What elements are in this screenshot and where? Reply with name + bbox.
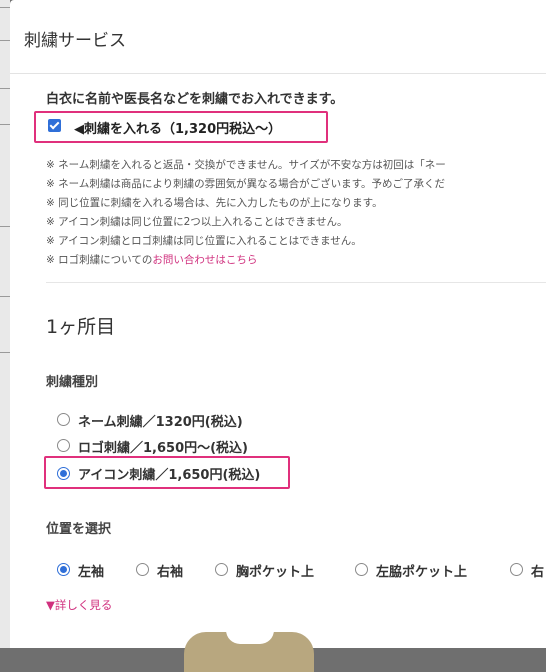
embroider-checkbox-label[interactable]: ◀刺繍を入れる（1,320円税込〜） bbox=[74, 118, 281, 137]
background-divider bbox=[0, 40, 10, 41]
note-text: ※ ロゴ刺繍についての bbox=[46, 254, 153, 266]
position-label-left-sleeve[interactable]: 左袖 bbox=[78, 561, 104, 580]
embroider-checkbox[interactable] bbox=[48, 119, 61, 132]
note-item: ※ アイコン刺繍とロゴ刺繍は同じ位置に入れることはできません。 bbox=[46, 235, 362, 247]
note-item: ※ アイコン刺繍は同じ位置に2つ以上入れることはできません。 bbox=[46, 216, 348, 228]
background-divider bbox=[0, 226, 10, 227]
type-label: 刺繍種別 bbox=[46, 375, 99, 390]
position-label: 位置を選択 bbox=[46, 522, 112, 537]
section-title: 1ヶ所目 bbox=[46, 316, 116, 338]
position-radio-left-sleeve[interactable] bbox=[57, 563, 70, 576]
position-radio-right[interactable] bbox=[510, 563, 523, 576]
type-radio-name[interactable] bbox=[57, 413, 70, 426]
modal-title: 刺繍サービス bbox=[10, 0, 546, 74]
position-radio-right-sleeve[interactable] bbox=[136, 563, 149, 576]
type-radio-logo[interactable] bbox=[57, 439, 70, 452]
note-item: ※ 同じ位置に刺繍を入れる場合は、先に入力したものが上になります。 bbox=[46, 197, 383, 209]
position-label-left-side-pocket[interactable]: 左脇ポケット上 bbox=[376, 561, 467, 580]
type-label-logo[interactable]: ロゴ刺繍／1,650円〜(税込) bbox=[78, 437, 248, 456]
garment-neckline bbox=[226, 630, 274, 644]
note-item: ※ ネーム刺繍は商品により刺繍の雰囲気が異なる場合がございます。予めご了承くだ bbox=[46, 178, 446, 190]
background-divider bbox=[0, 7, 10, 8]
notes-list: ※ ネーム刺繍を入れると返品・交換ができません。サイズが不安な方は初回は「ネー … bbox=[46, 156, 546, 270]
type-label-name[interactable]: ネーム刺繍／1320円(税込) bbox=[78, 411, 243, 430]
more-details-link[interactable]: ▼詳しく見る bbox=[46, 597, 112, 613]
type-radio-icon[interactable] bbox=[57, 467, 70, 480]
position-radio-left-side-pocket[interactable] bbox=[355, 563, 368, 576]
contact-link[interactable]: お問い合わせはこちら bbox=[152, 254, 257, 266]
note-item-with-link: ※ ロゴ刺繍についてのお問い合わせはこちら bbox=[46, 251, 546, 270]
intro-label: 白衣に名前や医長名などを刺繍でお入れできます。 bbox=[46, 92, 344, 107]
position-radio-chest-pocket[interactable] bbox=[215, 563, 228, 576]
type-label-icon[interactable]: アイコン刺繍／1,650円(税込) bbox=[78, 464, 260, 483]
background-page bbox=[0, 0, 10, 648]
note-item: ※ ネーム刺繍を入れると返品・交換ができません。サイズが不安な方は初回は「ネー bbox=[46, 159, 446, 171]
intro-text: 白衣に名前や医長名などを刺繍でお入れできます。 bbox=[46, 86, 546, 107]
background-divider bbox=[0, 352, 10, 353]
background-divider bbox=[0, 296, 10, 297]
background-divider bbox=[0, 124, 10, 125]
section-divider bbox=[46, 282, 546, 283]
position-label-right-sleeve[interactable]: 右袖 bbox=[157, 561, 183, 580]
position-label-right[interactable]: 右 bbox=[531, 561, 544, 580]
position-label-chest-pocket[interactable]: 胸ポケット上 bbox=[236, 561, 314, 580]
background-divider bbox=[0, 88, 10, 89]
